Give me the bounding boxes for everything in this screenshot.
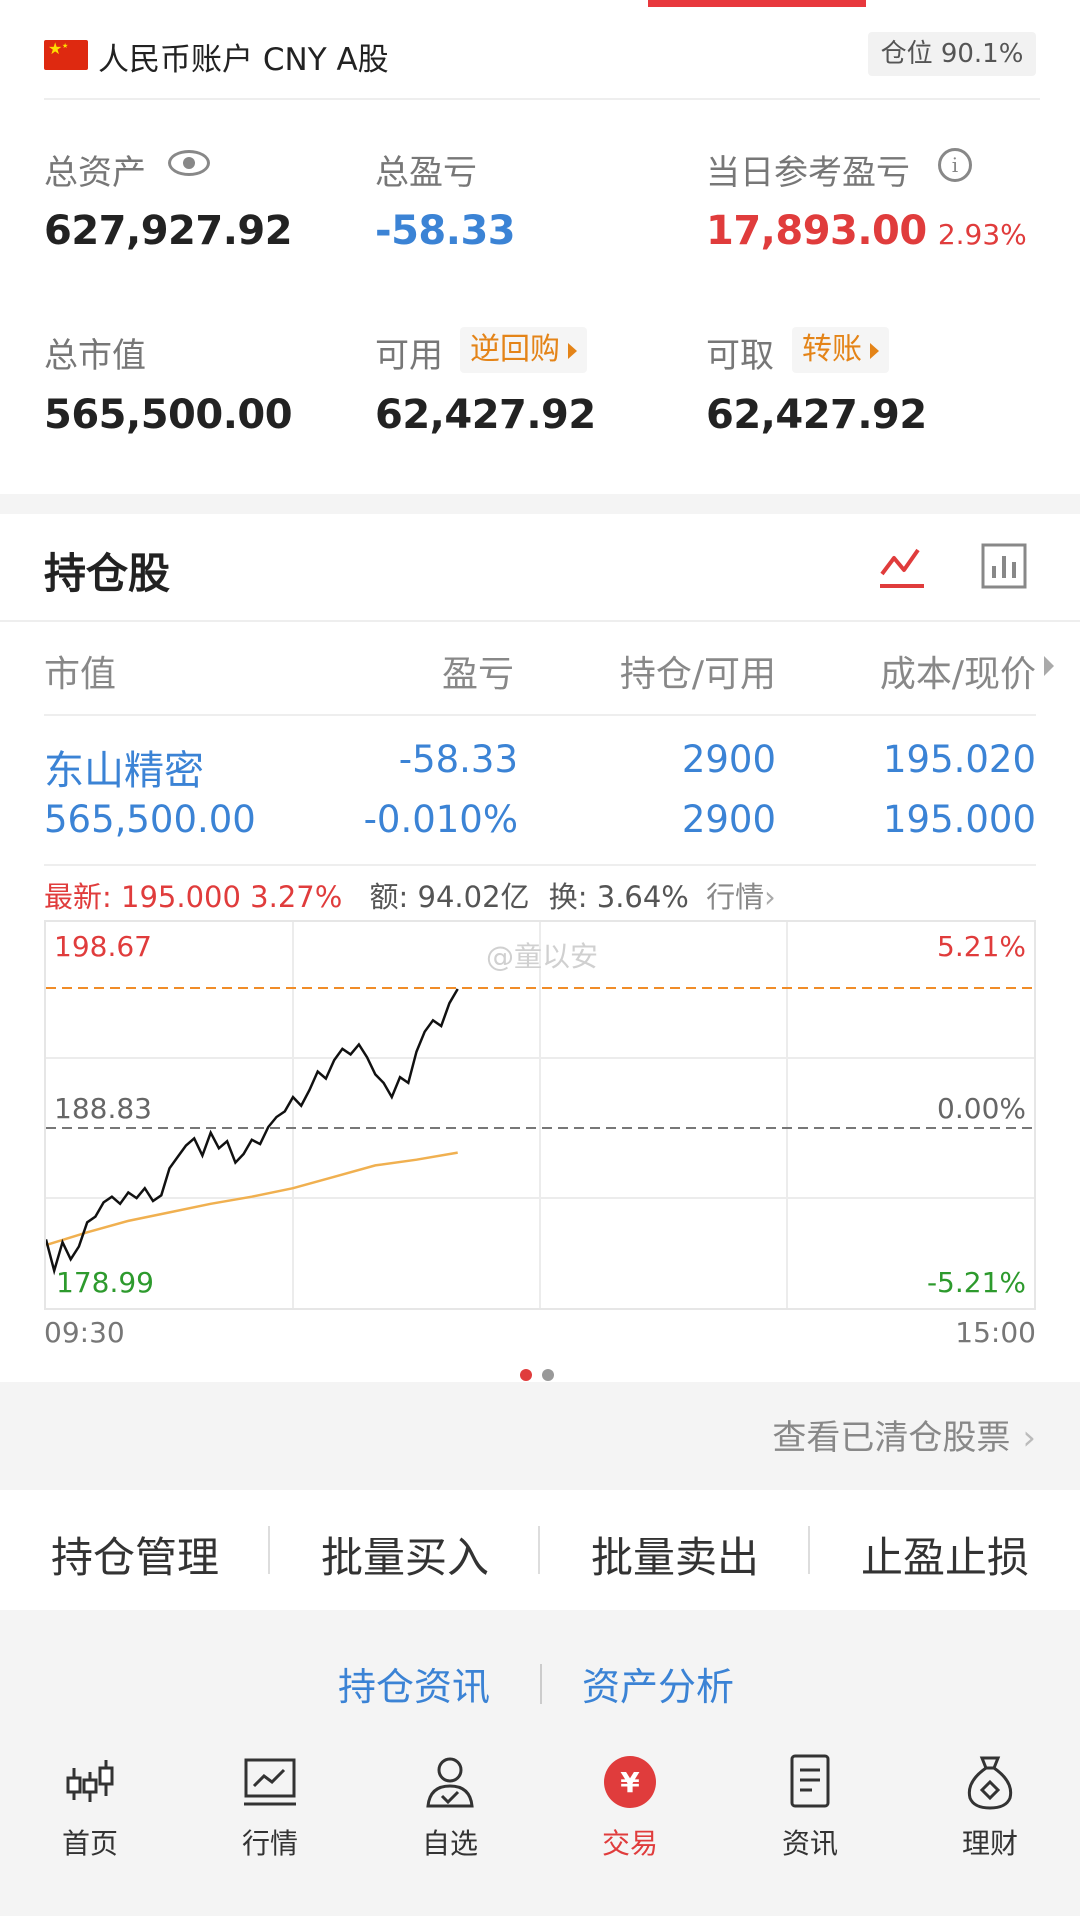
y-min-label: 178.99 [56, 1266, 154, 1299]
batch-sell-button[interactable]: 批量卖出 [540, 1524, 810, 1585]
y-max-label: 198.67 [54, 930, 152, 963]
stock-name: 东山精密 [44, 748, 204, 794]
market-chart-icon [244, 1758, 296, 1806]
daily-pnl-pct: 2.93% [937, 218, 1027, 251]
transfer-button[interactable]: 转账 [792, 327, 889, 373]
daily-pnl-label: 当日参考盈亏 [706, 153, 910, 193]
document-icon [790, 1754, 830, 1808]
total-assets-label: 总资产 [44, 153, 146, 193]
divider [0, 620, 1080, 622]
stock-cost: 195.020 [882, 738, 1036, 781]
withdrawable-value: 62,427.92 [706, 392, 927, 438]
daily-pnl-value: 17,893.00 [706, 208, 927, 254]
holding-news-link[interactable]: 持仓资讯 [338, 1656, 490, 1711]
bar-chart-toggle-icon[interactable] [978, 540, 1030, 592]
total-assets-value: 627,927.92 [44, 208, 293, 254]
nav-wealth[interactable]: 理财 [900, 1752, 1080, 1862]
asset-analysis-link[interactable]: 资产分析 [582, 1656, 734, 1711]
stock-market-value: 565,500.00 [44, 798, 256, 841]
svg-text:¥: ¥ [620, 1766, 640, 1799]
total-assets-block: 总资产 [44, 145, 210, 194]
withdrawable-label: 可取 [706, 336, 774, 376]
stop-profit-loss-button[interactable]: 止盈止损 [810, 1524, 1080, 1585]
latest-price: 195.000 [121, 880, 241, 914]
pct-min-label: -5.21% [926, 1266, 1026, 1299]
stock-pnl: -58.33 [398, 738, 518, 781]
china-flag-icon: ★ ★ [44, 40, 88, 70]
chart-grid [46, 922, 1034, 1308]
reverse-repo-button[interactable]: 逆回购 [460, 327, 587, 373]
line-chart-toggle-icon[interactable] [876, 540, 928, 592]
chevron-right-icon[interactable] [1044, 656, 1054, 676]
stock-price: 195.000 [882, 798, 1036, 841]
total-pnl-label: 总盈亏 [375, 153, 477, 193]
section-gap [0, 494, 1080, 514]
active-tab-indicator [648, 0, 866, 7]
money-bag-icon [967, 1756, 1013, 1810]
divider [44, 714, 1036, 716]
column-header-pnl[interactable]: 盈亏 [300, 645, 514, 697]
column-header-market-value[interactable]: 市值 [44, 645, 116, 697]
table-row[interactable]: 东山精密 565,500.00 -58.33 -0.010% 2900 2900… [0, 720, 1080, 860]
stock-pnl-pct: -0.010% [363, 798, 518, 841]
available-value: 62,427.92 [375, 392, 596, 438]
view-cleared-stocks-link[interactable]: 查看已清仓股票 › [772, 1410, 1036, 1459]
turnover: 换: 3.64% [548, 880, 689, 914]
stock-available: 2900 [681, 798, 776, 841]
pct-mid-label: 0.00% [937, 1092, 1026, 1125]
nav-home[interactable]: 首页 [0, 1752, 180, 1862]
market-value-value: 565,500.00 [44, 392, 293, 438]
nav-market[interactable]: 行情 [180, 1752, 360, 1862]
column-header-position[interactable]: 持仓/可用 [560, 645, 776, 697]
nav-watchlist[interactable]: 自选 [360, 1752, 540, 1862]
column-header-cost-price[interactable]: 成本/现价 [800, 645, 1036, 697]
info-icon[interactable]: i [938, 148, 972, 182]
x-end-label: 15:00 [955, 1316, 1036, 1349]
quote-strip: 最新: 195.000 3.27% 额: 94.02亿 换: 3.64% 行情› [44, 874, 776, 916]
separator [540, 1664, 542, 1704]
position-ratio-badge: 仓位 90.1% [868, 32, 1036, 76]
latest-label: 最新: [44, 880, 112, 914]
nav-news[interactable]: 资讯 [720, 1752, 900, 1862]
total-pnl-value: -58.33 [375, 208, 516, 254]
page-dot-active [520, 1369, 532, 1381]
divider [44, 864, 1036, 866]
nav-trade[interactable]: ¥ 交易 [540, 1752, 720, 1862]
batch-buy-button[interactable]: 批量买入 [270, 1524, 540, 1585]
available-label: 可用 [375, 336, 443, 376]
amount: 额: 94.02亿 [369, 880, 530, 914]
account-name: 人民币账户 CNY A股 [98, 42, 389, 78]
position-management-button[interactable]: 持仓管理 [0, 1524, 270, 1585]
x-start-label: 09:30 [44, 1316, 125, 1349]
holdings-title: 持仓股 [44, 549, 171, 598]
y-mid-label: 188.83 [54, 1092, 152, 1125]
page-dot [542, 1369, 554, 1381]
market-value-label: 总市值 [44, 336, 146, 376]
chevron-right-icon: › [764, 880, 776, 914]
price-line [46, 988, 459, 1276]
stock-position: 2900 [681, 738, 776, 781]
candlestick-icon [66, 1760, 114, 1802]
latest-pct: 3.27% [250, 880, 343, 914]
account-bar[interactable]: ★ ★ 人民币账户 CNY A股 仓位 90.1% [44, 30, 1040, 100]
yuan-icon: ¥ [604, 1756, 656, 1808]
market-link[interactable]: 行情 [706, 880, 764, 914]
intraday-chart[interactable]: @童以安 198.67 5.21% 188.83 0.00% 178.99 -5… [44, 920, 1036, 1310]
watermark: @童以安 [486, 940, 598, 973]
pct-max-label: 5.21% [937, 930, 1026, 963]
eye-icon[interactable] [168, 150, 210, 176]
user-check-icon [426, 1757, 474, 1808]
